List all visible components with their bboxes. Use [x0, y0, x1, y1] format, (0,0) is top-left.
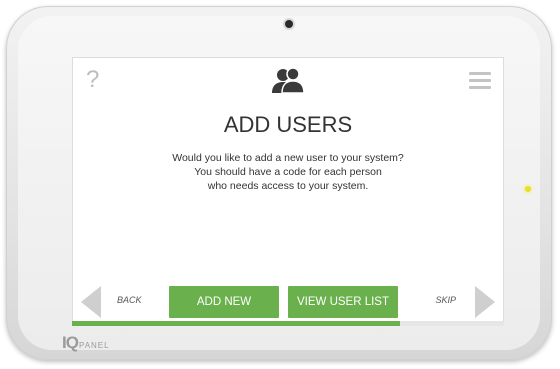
hamburger-menu-icon[interactable]: [469, 72, 491, 90]
skip-button-label[interactable]: SKIP: [435, 295, 456, 305]
menu-line: [469, 86, 491, 89]
progress-bar: [72, 321, 504, 326]
description-line: Would you like to add a new user to your…: [172, 152, 404, 164]
add-new-button[interactable]: ADD NEW: [169, 286, 279, 318]
camera-lens: [285, 20, 293, 28]
brand-panel-text: PANEL: [78, 341, 110, 350]
menu-line: [469, 79, 491, 82]
touch-screen: ? ADD USERS Would you like to add a new …: [72, 57, 504, 326]
brand-iq-text: IQ: [62, 333, 79, 352]
description-text: Would you like to add a new user to your…: [132, 151, 444, 193]
back-button-label[interactable]: BACK: [117, 295, 142, 305]
menu-line: [469, 72, 491, 75]
page-title: ADD USERS: [223, 112, 353, 137]
question-mark-icon[interactable]: ?: [86, 67, 108, 93]
next-arrow-icon[interactable]: [475, 286, 495, 318]
status-led: [525, 186, 531, 192]
progress-bar-fill: [72, 321, 401, 326]
back-arrow-icon[interactable]: [81, 286, 101, 318]
brand-logo: IQ PANEL: [62, 333, 110, 352]
description-line: You should have a code for each person: [194, 166, 382, 178]
users-icon: [270, 67, 306, 95]
description-line: who needs access to your system.: [207, 180, 369, 192]
view-user-list-button[interactable]: VIEW USER LIST: [288, 286, 398, 318]
